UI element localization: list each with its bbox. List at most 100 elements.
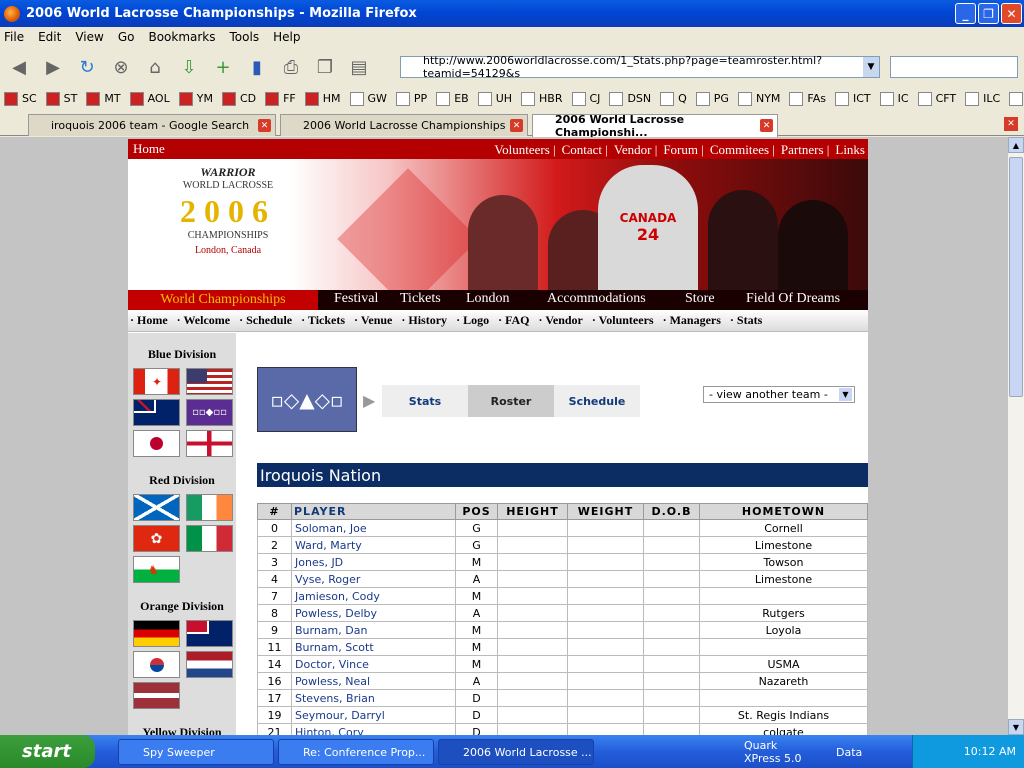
menu-help[interactable]: Help — [273, 30, 300, 44]
tab-roster[interactable]: Roster — [468, 385, 554, 417]
flag-italy[interactable] — [186, 525, 233, 552]
menu-tools[interactable]: Tools — [230, 30, 260, 44]
bookmark-item[interactable]: UH — [477, 91, 512, 106]
subnav-link[interactable]: · Home — [130, 313, 168, 328]
top-link[interactable]: Links — [835, 142, 865, 158]
flag-scotland[interactable] — [133, 494, 180, 521]
maximize-button[interactable]: ❐ — [978, 3, 999, 24]
bookmark-item[interactable]: IC — [879, 91, 909, 106]
home-icon[interactable]: ⌂ — [140, 52, 170, 82]
subnav-link[interactable]: · Schedule — [239, 313, 292, 328]
search-input[interactable] — [890, 56, 1018, 78]
flag-wales[interactable]: ♞ — [133, 556, 180, 583]
flag-japan[interactable] — [133, 430, 180, 457]
nav-accommodations[interactable]: Accommodations — [547, 291, 646, 307]
player-name[interactable]: Powless, Neal — [291, 672, 456, 690]
subnav-link[interactable]: · FAQ — [498, 313, 529, 328]
start-button[interactable]: start — [0, 735, 95, 768]
bookmark-item[interactable]: FAs — [789, 91, 826, 106]
menu-view[interactable]: View — [75, 30, 103, 44]
bookmark-item[interactable]: SC — [4, 91, 37, 106]
bookmark-item[interactable]: YM — [178, 91, 213, 106]
flag-germany[interactable] — [133, 620, 180, 647]
subnav-link[interactable]: · Stats — [730, 313, 762, 328]
flag-netherlands[interactable] — [186, 651, 233, 678]
menu-go[interactable]: Go — [118, 30, 135, 44]
subnav-link[interactable]: · Volunteers — [592, 313, 654, 328]
flag-korea[interactable] — [133, 651, 180, 678]
bookmark-item[interactable]: HBR — [521, 91, 563, 106]
top-link[interactable]: Commitees | — [710, 142, 775, 158]
bookmark-item[interactable]: CD — [221, 91, 256, 106]
top-link[interactable]: Forum | — [663, 142, 704, 158]
tab-close-icon[interactable]: ✕ — [510, 119, 523, 132]
menu-bookmarks[interactable]: Bookmarks — [148, 30, 215, 44]
taskbar-conference[interactable]: Re: Conference Prop... — [278, 739, 434, 765]
menu-file[interactable]: File — [4, 30, 24, 44]
tab-wlc-1[interactable]: 2006 World Lacrosse Championships ✕ — [280, 114, 528, 136]
flag-iroquois[interactable]: ▫▫◆▫▫ — [186, 399, 233, 426]
bookmark-item[interactable]: HM — [304, 91, 341, 106]
taskbar-spy-sweeper[interactable]: Spy Sweeper — [118, 739, 274, 765]
team-select[interactable]: - view another team - ▼ — [703, 386, 855, 403]
player-name[interactable]: Seymour, Darryl — [291, 706, 456, 724]
flag-australia[interactable] — [133, 399, 180, 426]
subnav-link[interactable]: · Vendor — [539, 313, 583, 328]
tab-close-icon[interactable]: ✕ — [760, 119, 773, 132]
tab-stats[interactable]: Stats — [382, 385, 468, 417]
print-icon[interactable]: ⎙ — [276, 52, 306, 82]
flag-england[interactable] — [186, 430, 233, 457]
url-dropdown-icon[interactable]: ▼ — [863, 57, 879, 77]
flag-ireland[interactable] — [186, 494, 233, 521]
taskbar-firefox[interactable]: 2006 World Lacrosse ... — [438, 739, 594, 765]
taskbar-quark[interactable]: Quark XPress 5.0 — [720, 739, 812, 765]
col-player[interactable]: PLAYER — [291, 503, 456, 520]
download-icon[interactable]: ⇩ — [174, 52, 204, 82]
nav-london[interactable]: London — [466, 291, 510, 307]
menu-edit[interactable]: Edit — [38, 30, 61, 44]
bookmark-item[interactable]: CJ — [571, 91, 600, 106]
subnav-link[interactable]: · Logo — [456, 313, 489, 328]
flag-hong-kong[interactable]: ✿ — [133, 525, 180, 552]
bookmark-item[interactable]: GW — [349, 91, 387, 106]
scroll-thumb[interactable] — [1009, 157, 1023, 397]
subnav-link[interactable]: · Tickets — [301, 313, 345, 328]
bookmark-item[interactable]: MT — [86, 91, 121, 106]
nav-world-championships[interactable]: World Championships — [128, 290, 318, 310]
player-name[interactable]: Burnam, Dan — [291, 621, 456, 639]
subnav-link[interactable]: · Managers — [663, 313, 721, 328]
tab-schedule[interactable]: Schedule — [554, 385, 640, 417]
subnav-link[interactable]: · Venue — [354, 313, 392, 328]
tab-close-icon[interactable]: ✕ — [258, 119, 271, 132]
bookmark-item[interactable]: ICT — [835, 91, 871, 106]
paste-icon[interactable]: ▤ — [344, 52, 374, 82]
close-tab-icon[interactable]: ✕ — [1004, 117, 1018, 131]
flag-new-zealand[interactable] — [186, 620, 233, 647]
minimize-button[interactable]: _ — [955, 3, 976, 24]
url-bar[interactable]: http://www.2006worldlacrosse.com/1_Stats… — [400, 54, 880, 80]
nav-tickets[interactable]: Tickets — [400, 291, 441, 307]
bookmark-item[interactable]: Q — [660, 91, 687, 106]
home-link[interactable]: Home — [133, 141, 165, 157]
taskbar-data[interactable]: Data — [812, 739, 892, 765]
bookmarks-icon[interactable]: ▮ — [242, 52, 272, 82]
player-name[interactable]: Jamieson, Cody — [291, 587, 456, 605]
player-name[interactable]: Doctor, Vince — [291, 655, 456, 673]
nav-festival[interactable]: Festival — [334, 291, 378, 307]
top-link[interactable]: Partners | — [781, 142, 829, 158]
nav-field-of-dreams[interactable]: Field Of Dreams — [746, 291, 840, 307]
back-icon[interactable]: ◀ — [4, 52, 34, 82]
bookmark-item[interactable]: CFT — [917, 91, 956, 106]
bookmark-item[interactable]: ICT — [1009, 91, 1024, 106]
player-name[interactable]: Burnam, Scott — [291, 638, 456, 656]
player-name[interactable]: Hinton, Cory — [291, 723, 456, 735]
bookmark-item[interactable]: AOL — [129, 91, 170, 106]
bookmark-item[interactable]: DSN — [609, 91, 651, 106]
top-link[interactable]: Contact | — [562, 142, 608, 158]
player-name[interactable]: Vyse, Roger — [291, 570, 456, 588]
scroll-down-icon[interactable]: ▼ — [1008, 719, 1024, 735]
tab-wlc-active[interactable]: 2006 World Lacrosse Championshi... ✕ — [532, 113, 778, 139]
tab-google-search[interactable]: iroquois 2006 team - Google Search ✕ — [28, 114, 276, 136]
subnav-link[interactable]: · History — [401, 313, 447, 328]
player-name[interactable]: Stevens, Brian — [291, 689, 456, 707]
